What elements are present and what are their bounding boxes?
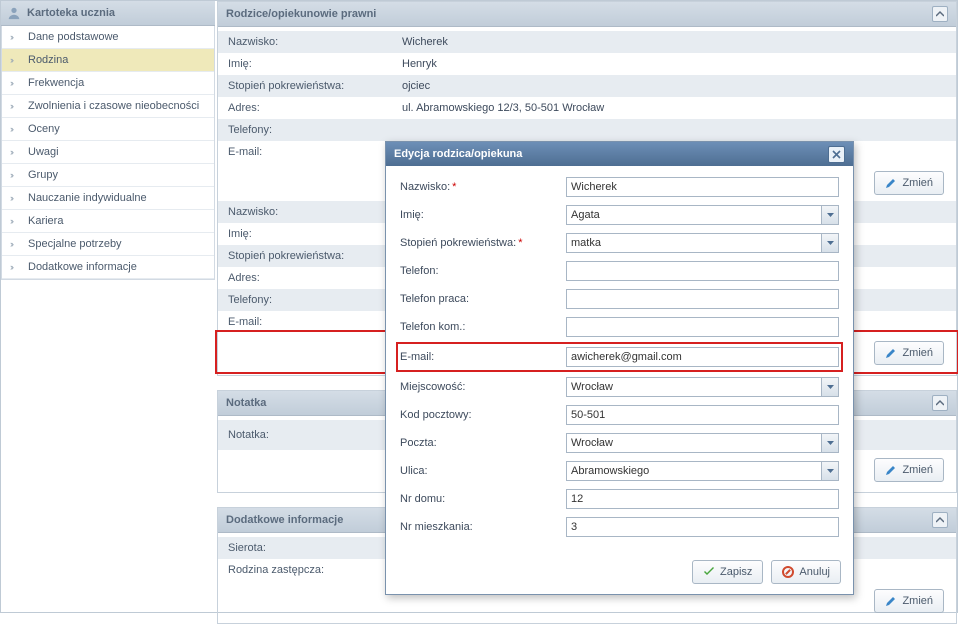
chevron-down-icon [821, 378, 838, 396]
zmien-button-parent2[interactable]: Zmień [874, 341, 944, 365]
label-kod: Kod pocztowy: [400, 409, 566, 421]
anuluj-button[interactable]: Anuluj [771, 560, 841, 584]
chevrons-icon: ›› [10, 141, 22, 163]
telefon-kom-input[interactable] [566, 317, 839, 337]
check-icon [703, 566, 715, 578]
chevron-down-icon [821, 234, 838, 252]
chevrons-icon: ›› [10, 95, 22, 117]
parents-panel-header: Rodzice/opiekunowie prawni [218, 2, 956, 27]
sidebar-item-uwagi[interactable]: ››Uwagi [2, 141, 214, 164]
email-input[interactable] [566, 347, 839, 367]
pencil-icon [885, 595, 897, 607]
label-notatka: Notatka: [218, 429, 396, 441]
chevrons-icon: ›› [10, 233, 22, 255]
zmien-button-dodatkowe[interactable]: Zmień [874, 589, 944, 613]
label-ulica: Ulica: [400, 465, 566, 477]
label-nr-domu: Nr domu: [400, 493, 566, 505]
collapse-icon[interactable] [932, 512, 948, 528]
label-stopien: Stopień pokrewieństwa: [218, 80, 396, 92]
chevrons-icon: ›› [10, 210, 22, 232]
label-email: E-mail: [218, 146, 396, 158]
imie-combo[interactable]: Agata [566, 205, 839, 225]
sidebar-title: Kartoteka ucznia [1, 1, 215, 26]
chevron-down-icon [821, 434, 838, 452]
modal-header: Edycja rodzica/opiekuna [386, 142, 853, 166]
chevrons-icon: ›› [10, 256, 22, 278]
sidebar-item-nauczanie[interactable]: ››Nauczanie indywidualne [2, 187, 214, 210]
miejscowosc-combo[interactable]: Wrocław [566, 377, 839, 397]
sidebar-item-oceny[interactable]: ››Oceny [2, 118, 214, 141]
zmien-button-notatka[interactable]: Zmień [874, 458, 944, 482]
label-sierota: Sierota: [218, 542, 396, 554]
sidebar-item-rodzina[interactable]: ››Rodzina [2, 49, 214, 72]
label-nazwisko: Nazwisko: [218, 36, 396, 48]
sidebar-list: ››Dane podstawowe ››Rodzina ››Frekwencja… [1, 26, 215, 280]
label-telefon-praca: Telefon praca: [400, 293, 566, 305]
student-icon [7, 6, 21, 20]
chevron-down-icon [821, 462, 838, 480]
label-telefony2: Telefony: [218, 294, 396, 306]
cancel-icon [782, 566, 794, 578]
pencil-icon [885, 347, 897, 359]
nr-mieszkania-input[interactable] [566, 517, 839, 537]
label-telefon-kom: Telefon kom.: [400, 321, 566, 333]
zmien-button-parent1[interactable]: Zmień [874, 171, 944, 195]
label-adres: Adres: [218, 102, 396, 114]
label-rodzina-zastepcza: Rodzina zastępcza: [218, 564, 396, 576]
label-imie: Imię: [400, 209, 566, 221]
value-adres: ul. Abramowskiego 12/3, 50-501 Wrocław [396, 102, 956, 114]
close-icon[interactable] [828, 146, 845, 163]
pencil-icon [885, 177, 897, 189]
label-stopien: Stopień pokrewieństwa:* [400, 237, 566, 249]
sidebar-item-dodatkowe[interactable]: ››Dodatkowe informacje [2, 256, 214, 279]
label-nazwisko: Nazwisko:* [400, 181, 566, 193]
kod-input[interactable] [566, 405, 839, 425]
sidebar: Kartoteka ucznia ››Dane podstawowe ››Rod… [1, 1, 215, 280]
chevrons-icon: ›› [10, 118, 22, 140]
sidebar-item-grupy[interactable]: ››Grupy [2, 164, 214, 187]
label-telefon: Telefon: [400, 265, 566, 277]
label-nr-mieszkania: Nr mieszkania: [400, 521, 566, 533]
chevrons-icon: ›› [10, 187, 22, 209]
nr-domu-input[interactable] [566, 489, 839, 509]
stopien-combo[interactable]: matka [566, 233, 839, 253]
label-nazwisko2: Nazwisko: [218, 206, 396, 218]
collapse-icon[interactable] [932, 395, 948, 411]
collapse-icon[interactable] [932, 6, 948, 22]
label-adres2: Adres: [218, 272, 396, 284]
label-email2: E-mail: [218, 316, 396, 328]
label-poczta: Poczta: [400, 437, 566, 449]
value-imie: Henryk [396, 58, 956, 70]
sidebar-item-kariera[interactable]: ››Kariera [2, 210, 214, 233]
value-nazwisko: Wicherek [396, 36, 956, 48]
chevrons-icon: ›› [10, 164, 22, 186]
ulica-combo[interactable]: Abramowskiego [566, 461, 839, 481]
pencil-icon [885, 464, 897, 476]
label-miejscowosc: Miejscowość: [400, 381, 566, 393]
zapisz-button[interactable]: Zapisz [692, 560, 763, 584]
label-imie2: Imię: [218, 228, 396, 240]
sidebar-item-zwolnienia[interactable]: ››Zwolnienia i czasowe nieobecności [2, 95, 214, 118]
label-email: E-mail: [400, 351, 566, 363]
value-stopien: ojciec [396, 80, 956, 92]
edit-parent-modal: Edycja rodzica/opiekuna Nazwisko:* Imię:… [385, 141, 854, 595]
telefon-praca-input[interactable] [566, 289, 839, 309]
sidebar-item-dane-podstawowe[interactable]: ››Dane podstawowe [2, 26, 214, 49]
chevrons-icon: ›› [10, 72, 22, 94]
chevrons-icon: ›› [10, 26, 22, 48]
chevron-down-icon [821, 206, 838, 224]
label-imie: Imię: [218, 58, 396, 70]
label-telefony: Telefony: [218, 124, 396, 136]
sidebar-item-frekwencja[interactable]: ››Frekwencja [2, 72, 214, 95]
nazwisko-input[interactable] [566, 177, 839, 197]
sidebar-item-specjalne[interactable]: ››Specjalne potrzeby [2, 233, 214, 256]
poczta-combo[interactable]: Wrocław [566, 433, 839, 453]
label-stopien2: Stopień pokrewieństwa: [218, 250, 396, 262]
chevrons-icon: ›› [10, 49, 22, 71]
telefon-input[interactable] [566, 261, 839, 281]
